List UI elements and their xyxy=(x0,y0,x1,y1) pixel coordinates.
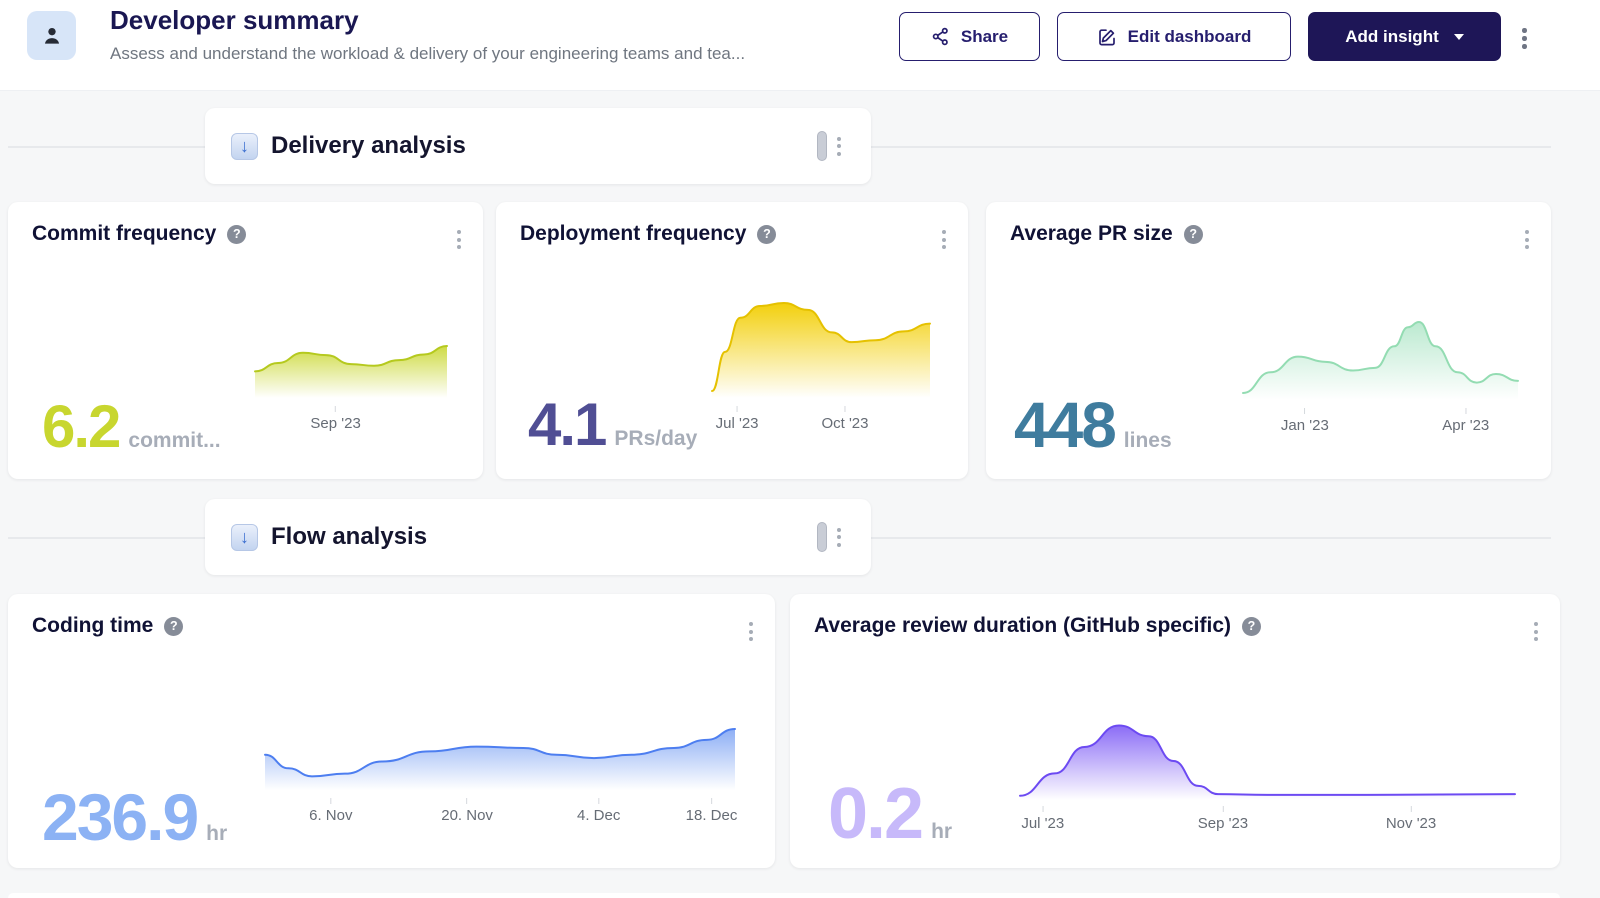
sparkline-chart xyxy=(1243,308,1518,400)
edit-dashboard-label: Edit dashboard xyxy=(1128,27,1252,47)
metric-value: 448 xyxy=(1014,393,1115,457)
card-title: Coding time xyxy=(32,614,153,638)
axis-tick: Sep '23 xyxy=(310,406,360,432)
metric: 6.2 commit... xyxy=(42,397,221,457)
card-header: Deployment frequency xyxy=(520,222,776,246)
metric: 4.1 PRs/day xyxy=(528,395,697,455)
card-menu-kebab-icon[interactable] xyxy=(449,224,469,255)
sparkline-chart xyxy=(265,718,735,790)
x-axis: 6. Nov 20. Nov 4. Dec 18. Dec xyxy=(265,798,735,828)
metric-unit: lines xyxy=(1124,429,1172,453)
metric-unit: hr xyxy=(931,820,952,844)
drag-handle[interactable] xyxy=(817,131,827,161)
card-header: Coding time xyxy=(32,614,183,638)
axis-tick: Jul '23 xyxy=(716,406,759,432)
help-icon[interactable] xyxy=(1242,617,1261,636)
dashboard-avatar xyxy=(27,11,76,60)
card-header: Commit frequency xyxy=(32,222,246,246)
x-axis: Sep '23 xyxy=(255,406,447,436)
axis-tick: Jan '23 xyxy=(1281,408,1329,434)
metric: 0.2 hr xyxy=(828,778,952,850)
down-arrow-emoji xyxy=(231,133,258,160)
add-insight-label: Add insight xyxy=(1345,27,1438,47)
metric-value: 6.2 xyxy=(42,397,119,457)
section-menu-kebab-icon[interactable] xyxy=(829,522,849,553)
sparkline-chart xyxy=(255,338,447,398)
page-subtitle: Assess and understand the workload & del… xyxy=(110,44,745,64)
help-icon[interactable] xyxy=(227,225,246,244)
chevron-down-icon xyxy=(1454,34,1464,40)
header-bar: Developer summary Assess and understand … xyxy=(0,0,1600,91)
section-menu-kebab-icon[interactable] xyxy=(829,131,849,162)
section-actions xyxy=(817,131,849,162)
card-average-review-duration: Average review duration (GitHub specific… xyxy=(790,594,1560,868)
section-delivery-analysis: Delivery analysis xyxy=(0,108,1600,184)
axis-tick: 6. Nov xyxy=(309,798,352,824)
header-menu-kebab-icon[interactable] xyxy=(1514,22,1535,55)
metric-unit: commit... xyxy=(128,429,220,453)
axis-tick: Nov '23 xyxy=(1386,806,1436,832)
axis-tick: 18. Dec xyxy=(686,798,738,824)
sparkline-chart xyxy=(1020,712,1515,800)
metric-unit: hr xyxy=(206,822,227,846)
section-header-card: Delivery analysis xyxy=(205,108,871,184)
edit-dashboard-button[interactable]: Edit dashboard xyxy=(1057,12,1291,61)
section-title: Flow analysis xyxy=(271,523,427,551)
axis-tick: Jul '23 xyxy=(1021,806,1064,832)
card-deployment-frequency: Deployment frequency 4.1 PRs/day Jul '23… xyxy=(496,202,968,479)
metric: 448 lines xyxy=(1014,393,1172,457)
metric-value: 4.1 xyxy=(528,395,605,455)
card-title: Average review duration (GitHub specific… xyxy=(814,614,1231,638)
axis-tick: Apr '23 xyxy=(1442,408,1489,434)
metric-unit: PRs/day xyxy=(614,427,697,451)
next-row-card-edge xyxy=(8,893,1560,898)
axis-tick: Oct '23 xyxy=(821,406,868,432)
card-menu-kebab-icon[interactable] xyxy=(934,224,954,255)
section-title: Delivery analysis xyxy=(271,132,466,160)
card-commit-frequency: Commit frequency 6.2 commit... Sep '23 xyxy=(8,202,483,479)
metric-value: 236.9 xyxy=(42,784,197,850)
share-button-label: Share xyxy=(961,27,1008,47)
card-coding-time: Coding time 236.9 hr 6. Nov 20. Nov 4. D… xyxy=(8,594,775,868)
x-axis: Jul '23 Sep '23 Nov '23 xyxy=(1020,806,1515,836)
page-title: Developer summary xyxy=(110,5,359,36)
axis-tick: 20. Nov xyxy=(441,798,493,824)
card-menu-kebab-icon[interactable] xyxy=(741,616,761,647)
help-icon[interactable] xyxy=(1184,225,1203,244)
edit-icon xyxy=(1097,27,1117,47)
x-axis: Jul '23 Oct '23 xyxy=(712,406,930,436)
card-average-pr-size: Average PR size 448 lines Jan '23 Apr '2… xyxy=(986,202,1551,479)
person-icon xyxy=(39,23,65,49)
card-title: Commit frequency xyxy=(32,222,216,246)
section-flow-analysis: Flow analysis xyxy=(0,499,1600,575)
card-menu-kebab-icon[interactable] xyxy=(1517,224,1537,255)
card-header: Average PR size xyxy=(1010,222,1203,246)
metric: 236.9 hr xyxy=(42,784,227,850)
drag-handle[interactable] xyxy=(817,522,827,552)
share-icon xyxy=(931,27,950,46)
section-actions xyxy=(817,522,849,553)
help-icon[interactable] xyxy=(757,225,776,244)
add-insight-button[interactable]: Add insight xyxy=(1308,12,1501,61)
card-title: Average PR size xyxy=(1010,222,1173,246)
sparkline-chart xyxy=(712,294,930,398)
help-icon[interactable] xyxy=(164,617,183,636)
axis-tick: 4. Dec xyxy=(577,798,620,824)
card-title: Deployment frequency xyxy=(520,222,746,246)
developer-summary-dashboard: Developer summary Assess and understand … xyxy=(0,0,1600,898)
metric-value: 0.2 xyxy=(828,778,922,850)
card-header: Average review duration (GitHub specific… xyxy=(814,614,1261,638)
card-menu-kebab-icon[interactable] xyxy=(1526,616,1546,647)
share-button[interactable]: Share xyxy=(899,12,1040,61)
down-arrow-emoji xyxy=(231,524,258,551)
section-header-card: Flow analysis xyxy=(205,499,871,575)
x-axis: Jan '23 Apr '23 xyxy=(1243,408,1518,438)
axis-tick: Sep '23 xyxy=(1198,806,1248,832)
